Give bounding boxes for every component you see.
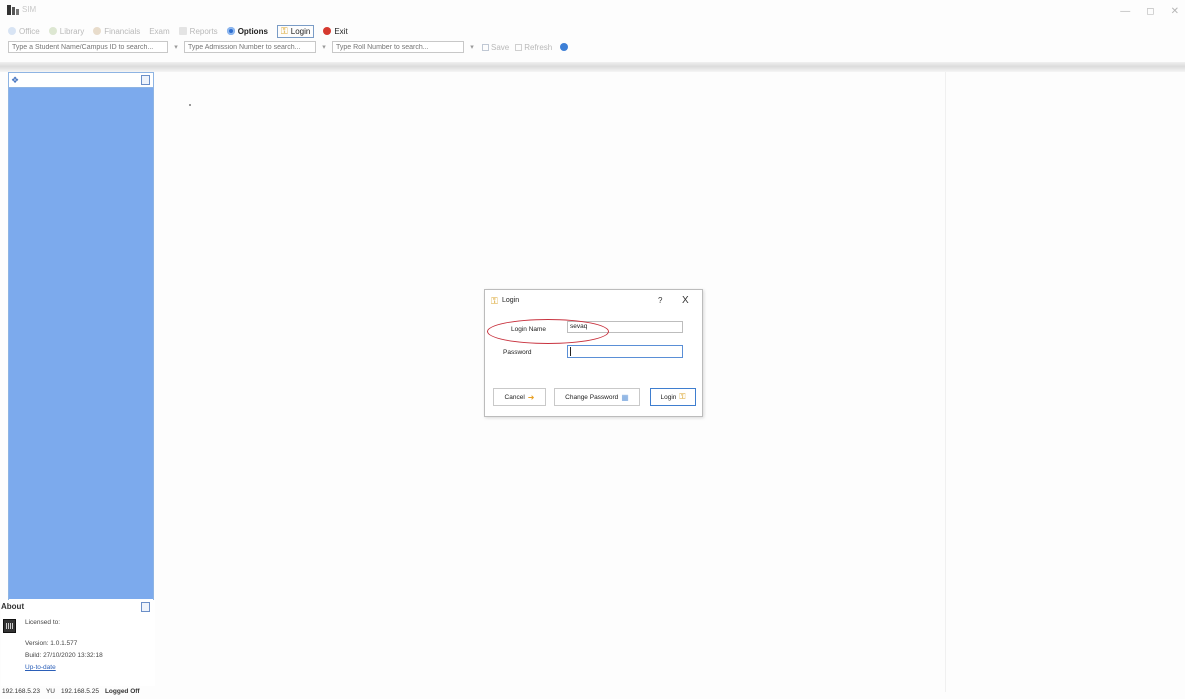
refresh-label: Refresh <box>524 42 553 52</box>
change-password-label: Change Password <box>565 393 619 401</box>
client-ip: 192.168.5.23 <box>2 688 40 695</box>
update-status-link[interactable]: Up-to-date <box>25 664 56 671</box>
options-icon <box>226 27 235 35</box>
menu-login[interactable]: ⚿ Login <box>276 24 315 38</box>
canvas-dot <box>189 104 191 106</box>
save-icon <box>482 43 489 51</box>
version-text: Version: 1.0.1.577 <box>25 640 78 647</box>
header-divider <box>0 62 1185 72</box>
login-state: Logged Off <box>104 688 140 695</box>
user-code: YU <box>45 688 55 695</box>
menu-label: Login <box>290 26 311 36</box>
sidebar-header: ❖ <box>9 73 153 88</box>
chevron-down-icon[interactable]: ▾ <box>172 43 180 51</box>
refresh-button[interactable]: Refresh <box>515 43 552 52</box>
menu-label: Exam <box>149 26 170 36</box>
server-ip: 192.168.5.25 <box>60 688 99 695</box>
maximize-icon[interactable]: ◻ <box>1146 6 1154 17</box>
save-label: Save <box>491 42 510 52</box>
menu-bar: Office Library Financials Exam Reports O… <box>8 24 348 38</box>
dialog-title: Login <box>502 297 520 304</box>
key-icon: ⚿ <box>679 392 686 401</box>
build-text: Build: 27/10/2020 13:32:18 <box>25 652 103 659</box>
password-label: Password <box>503 349 532 356</box>
menu-library[interactable]: Library <box>48 26 85 36</box>
menu-label: Reports <box>189 26 218 36</box>
menu-office[interactable]: Office <box>8 27 40 36</box>
window-title: SIM <box>22 5 37 14</box>
login-button[interactable]: Login ⚿ <box>650 388 696 406</box>
financials-icon <box>93 27 102 35</box>
navigation-icon: ❖ <box>11 75 20 85</box>
pin-icon[interactable] <box>141 602 150 612</box>
title-bar: SIM — ◻ ✕ <box>0 0 1185 22</box>
about-title: About <box>1 602 25 611</box>
chevron-down-icon[interactable]: ▾ <box>320 43 328 51</box>
license-icon <box>3 619 16 633</box>
licensed-to-label: Licensed to: <box>25 619 61 626</box>
chevron-down-icon[interactable]: ▾ <box>468 43 476 51</box>
exit-icon <box>323 27 332 35</box>
canvas-divider <box>945 72 946 692</box>
menu-label: Financials <box>104 26 141 36</box>
menu-exam[interactable]: Exam <box>149 27 169 36</box>
sidebar: ❖ About Licensed to: Version: 1.0.1.577 … <box>1 72 155 686</box>
menu-label: Office <box>19 26 40 36</box>
admission-search-input[interactable] <box>184 41 316 53</box>
menu-label: Library <box>59 26 85 36</box>
office-icon <box>8 27 16 35</box>
minimize-icon[interactable]: — <box>1120 6 1130 17</box>
cancel-button[interactable]: Cancel ➜ <box>493 388 546 406</box>
menu-reports[interactable]: Reports <box>178 26 218 36</box>
student-search-input[interactable] <box>8 41 168 53</box>
menu-exit[interactable]: Exit <box>323 26 348 36</box>
help-button[interactable]: ? <box>658 296 662 305</box>
key-icon: ⚿ <box>280 25 288 36</box>
save-button[interactable]: Save <box>482 43 509 52</box>
highlight-ellipse <box>487 319 609 344</box>
pin-icon[interactable] <box>141 75 150 85</box>
roll-search-input[interactable] <box>332 41 464 53</box>
menu-label: Options <box>237 26 268 36</box>
close-button[interactable]: X <box>682 295 689 306</box>
help-icon[interactable] <box>560 43 569 51</box>
key-icon: ⚿ <box>491 296 498 306</box>
reports-icon <box>178 27 187 35</box>
text-caret <box>570 347 571 356</box>
search-toolbar: ▾ ▾ ▾ Save Refresh <box>8 40 569 54</box>
login-label: Login <box>660 393 677 401</box>
window-controls: — ◻ ✕ <box>1120 6 1179 17</box>
menu-label: Exit <box>334 26 348 36</box>
app-logo-icon <box>7 5 19 15</box>
app-window: SIM — ◻ ✕ Office Library Financials Exam… <box>0 0 1185 699</box>
status-bar: 192.168.5.23 YU 192.168.5.25 Logged Off <box>2 688 140 698</box>
menu-financials[interactable]: Financials <box>93 27 140 36</box>
menu-options[interactable]: Options <box>226 26 268 36</box>
refresh-icon <box>515 43 523 51</box>
navigation-panel <box>9 88 153 599</box>
password-field[interactable] <box>567 345 683 358</box>
library-icon <box>48 27 57 35</box>
password-icon: ▦ <box>621 392 629 402</box>
cancel-label: Cancel <box>504 393 525 401</box>
login-dialog: ⚿ Login ? X Login Name sevaq Password Ca… <box>484 289 703 417</box>
about-panel: About Licensed to: Version: 1.0.1.577 Bu… <box>1 600 155 686</box>
change-password-button[interactable]: Change Password ▦ <box>554 388 640 406</box>
close-window-icon[interactable]: ✕ <box>1171 6 1179 17</box>
arrow-right-icon: ➜ <box>527 392 535 402</box>
